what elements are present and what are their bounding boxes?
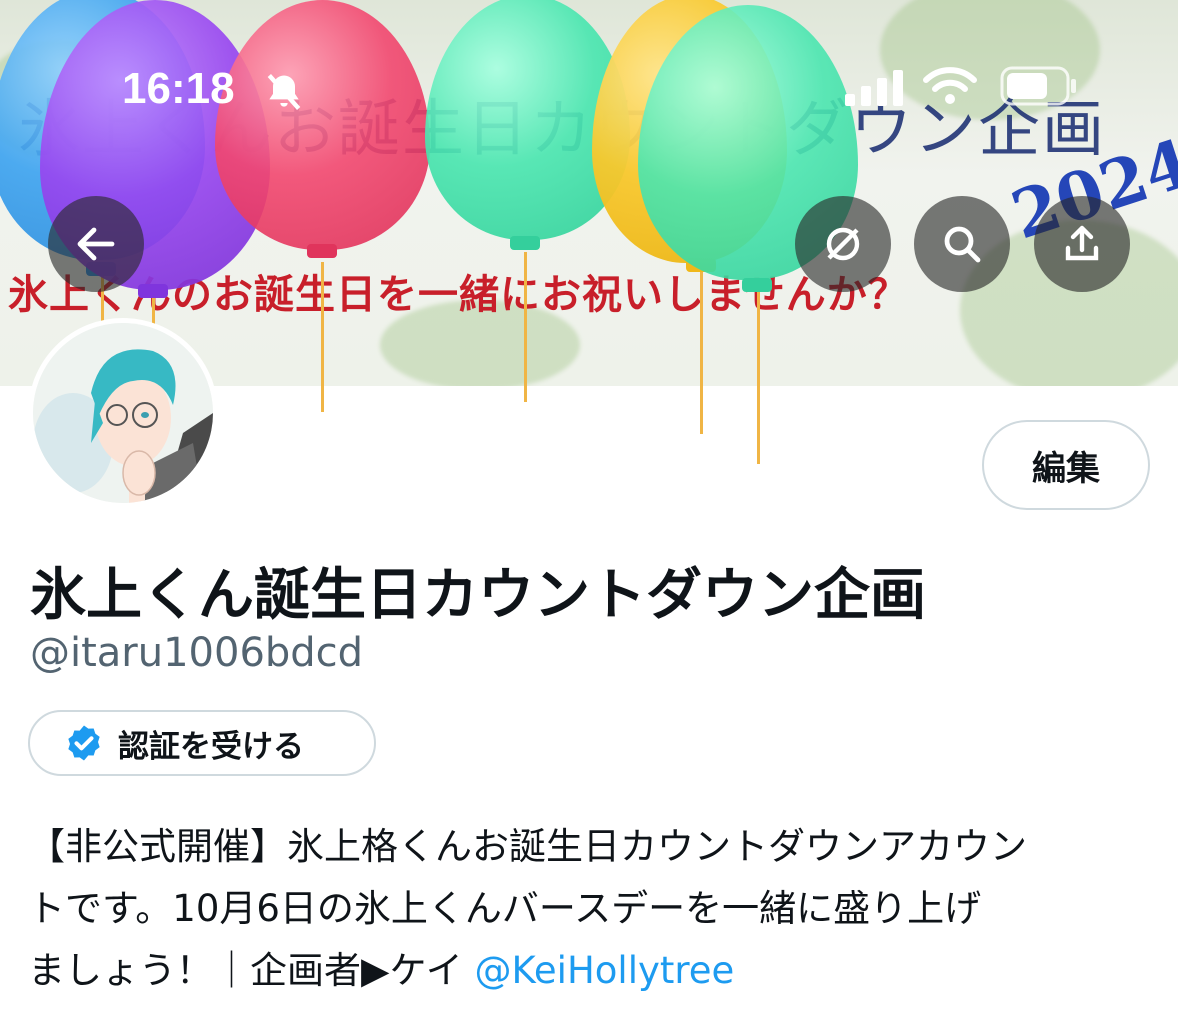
balloon-string xyxy=(700,272,703,434)
bio-line: 【非公式開催】氷上格くんお誕生日カウントダウンアカウン xyxy=(28,825,1027,868)
back-button[interactable] xyxy=(48,196,144,292)
search-button[interactable] xyxy=(914,196,1010,292)
profile-handle: @itaru1006bdcd xyxy=(30,630,364,676)
signal-icon xyxy=(845,70,907,111)
translate-icon xyxy=(819,220,867,272)
verified-badge-icon xyxy=(64,723,104,763)
bio-line: トです。10月6日の氷上くんバースデーを一緒に盛り上げ xyxy=(28,887,982,930)
profile-bio: 【非公式開催】氷上格くんお誕生日カウントダウンアカウン トです。10月6日の氷上… xyxy=(28,816,1158,1002)
back-arrow-icon xyxy=(72,220,120,272)
share-button[interactable] xyxy=(1034,196,1130,292)
bio-text: ましょう！｜企画者▶ケイ xyxy=(28,949,475,992)
edit-profile-button[interactable]: 編集 xyxy=(982,420,1150,510)
share-icon xyxy=(1058,220,1106,272)
avatar-illustration xyxy=(33,323,213,503)
battery-icon xyxy=(1000,66,1078,111)
avatar[interactable] xyxy=(28,318,218,508)
balloon-string xyxy=(524,252,527,402)
bell-slash-icon xyxy=(262,70,306,119)
profile-display-name: 氷上くん誕生日カウントダウン企画 xyxy=(30,563,926,628)
translate-button[interactable] xyxy=(795,196,891,292)
bio-mention-link[interactable]: @KeiHollytree xyxy=(474,949,734,992)
bio-line: ましょう！｜企画者▶ケイ @KeiHollytree xyxy=(28,940,1158,1002)
balloon-knot xyxy=(138,284,168,298)
balloon-knot xyxy=(742,278,772,292)
get-verified-button[interactable]: 認証を受ける xyxy=(28,710,376,776)
status-time: 16:18 xyxy=(122,64,235,113)
get-verified-label: 認証を受ける xyxy=(118,728,304,765)
search-icon xyxy=(938,220,986,272)
balloon-string xyxy=(321,262,324,412)
balloon-knot xyxy=(510,236,540,250)
balloon-knot xyxy=(307,244,337,258)
wifi-icon xyxy=(922,66,978,111)
balloon-string xyxy=(757,292,760,464)
